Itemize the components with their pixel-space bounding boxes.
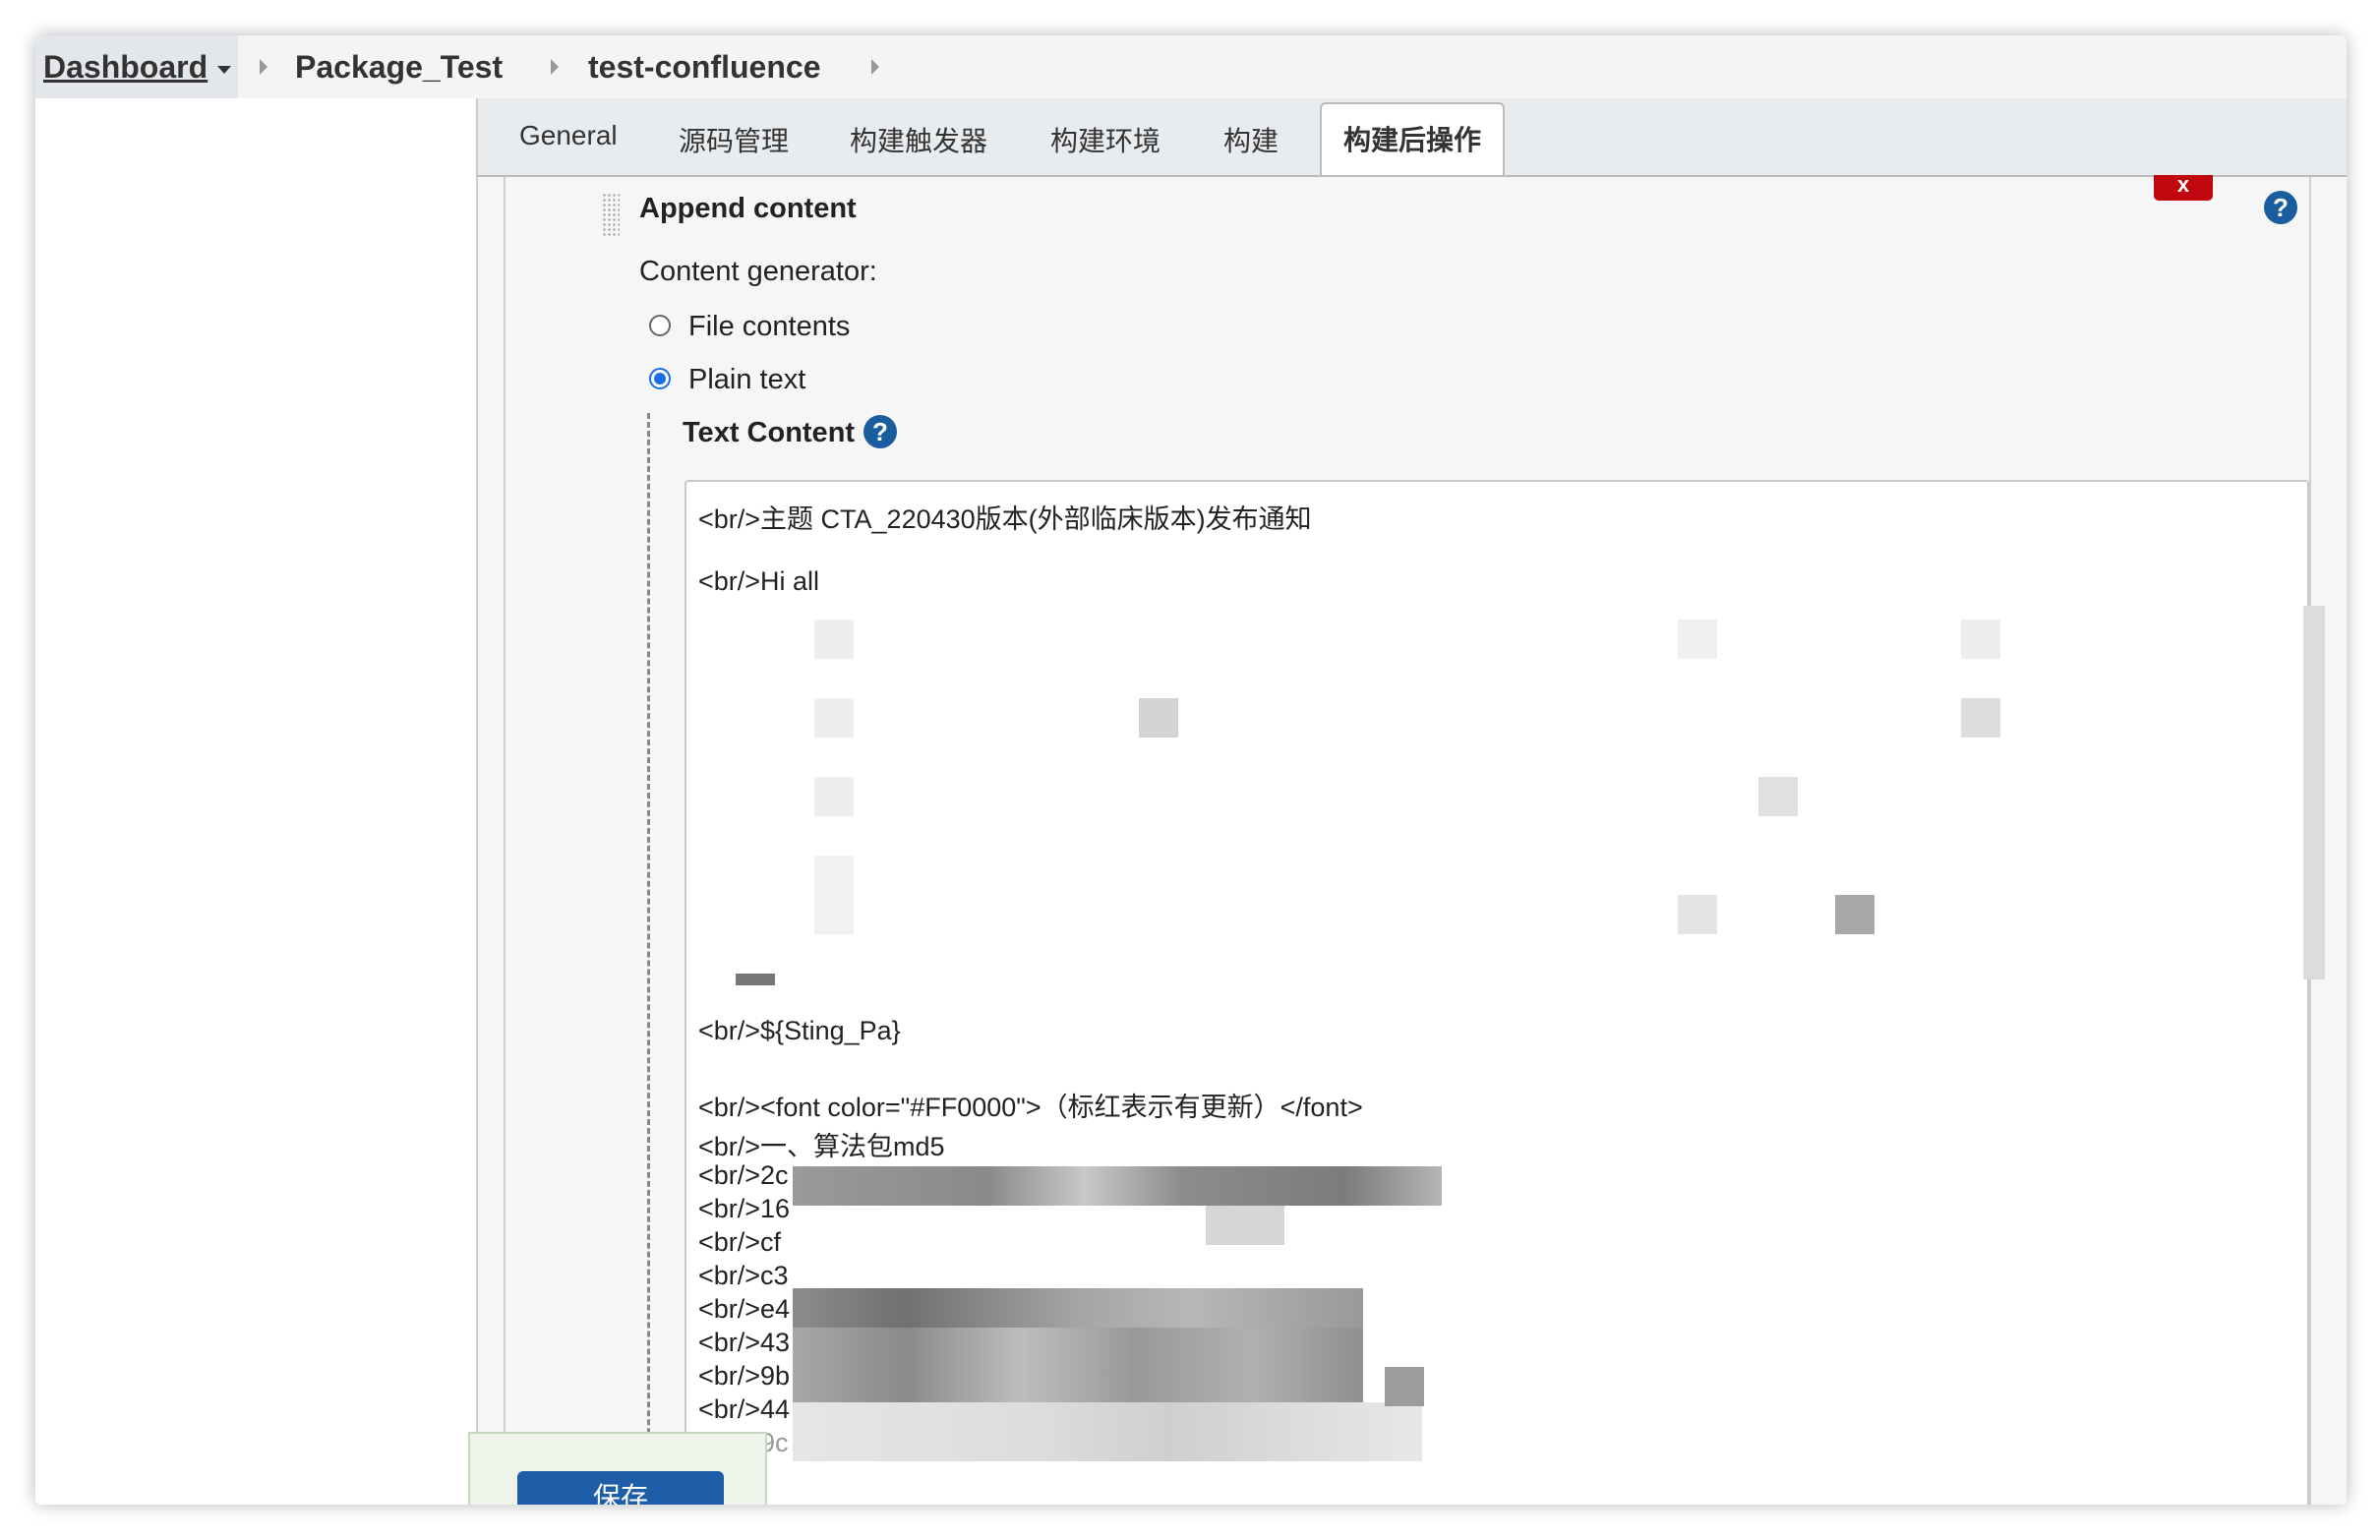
redaction-block xyxy=(814,620,854,659)
text-line: <br/>44 xyxy=(698,1394,791,1424)
redaction-block xyxy=(1385,1367,1424,1406)
text-line: <br/>9b xyxy=(698,1361,791,1391)
redaction-block xyxy=(1835,895,1874,934)
text-content-label: Text Content xyxy=(683,417,856,448)
save-button[interactable]: 保存 xyxy=(517,1471,724,1505)
breadcrumb: Dashboard Package_Test test-confluence xyxy=(35,35,2347,98)
tab-build-environment[interactable]: 构建环境 xyxy=(1050,120,1160,159)
text-line: <br/>Hi all xyxy=(698,566,820,596)
section-border xyxy=(504,177,506,1505)
redaction-block xyxy=(814,698,854,738)
redaction-block xyxy=(1206,1206,1284,1245)
tab-build[interactable]: 构建 xyxy=(1223,120,1279,159)
jenkins-window: Dashboard Package_Test test-confluence G… xyxy=(35,35,2347,1505)
tab-post-build-actions[interactable]: 构建后操作 xyxy=(1320,102,1506,175)
textarea-scrollbar[interactable] xyxy=(2303,606,2325,979)
redaction-block xyxy=(1139,698,1178,738)
text-line: <br/>cf xyxy=(698,1227,782,1257)
breadcrumb-package-test[interactable]: Package_Test xyxy=(295,35,503,98)
text-line: <br/>${Sting_Pa} xyxy=(698,1016,901,1045)
help-icon[interactable]: ? xyxy=(863,415,897,448)
text-line: <br/>16 xyxy=(698,1194,791,1223)
redaction-block xyxy=(1678,620,1717,659)
redaction-block xyxy=(793,1166,1442,1206)
redaction-block xyxy=(793,1288,1363,1328)
breadcrumb-test-confluence[interactable]: test-confluence xyxy=(588,35,820,98)
redaction-block xyxy=(793,1328,1363,1402)
redaction-block xyxy=(1678,895,1717,934)
breadcrumb-dashboard[interactable]: Dashboard xyxy=(35,35,238,98)
drag-handle-icon[interactable] xyxy=(602,193,620,238)
chevron-right-icon xyxy=(260,59,268,75)
redaction-block xyxy=(1961,698,2000,738)
chevron-down-icon[interactable] xyxy=(217,65,232,74)
file-contents-label[interactable]: File contents xyxy=(688,311,850,343)
tab-general[interactable]: General xyxy=(519,120,618,151)
delete-button[interactable]: x xyxy=(2154,174,2213,201)
redaction-block xyxy=(814,856,854,934)
section-title: Append content xyxy=(639,193,857,224)
help-icon[interactable]: ? xyxy=(2264,191,2297,224)
text-line: <br/>一、算法包md5 xyxy=(698,1132,945,1161)
redaction-block xyxy=(1961,620,2000,659)
text-line: <br/><font color="#FF0000">（标红表示有更新）</fo… xyxy=(698,1093,1363,1122)
radio-plain-text[interactable] xyxy=(649,368,671,389)
text-line: <br/>e4 xyxy=(698,1294,791,1324)
redaction-block xyxy=(1758,777,1798,816)
text-line: <br/>2c xyxy=(698,1160,789,1190)
redaction-block xyxy=(793,1402,1422,1461)
redaction-block xyxy=(814,777,854,816)
plain-text-label[interactable]: Plain text xyxy=(688,364,805,396)
text-line: <br/>c3 xyxy=(698,1261,789,1290)
nested-guide xyxy=(647,413,650,1505)
redaction-block xyxy=(736,974,775,985)
text-line: <br/>43 xyxy=(698,1328,791,1357)
chevron-right-icon[interactable] xyxy=(871,59,879,75)
tab-build-triggers[interactable]: 构建触发器 xyxy=(850,120,987,159)
text-line: <br/>主题 CTA_220430版本(外部临床版本)发布通知 xyxy=(698,504,1312,534)
radio-file-contents[interactable] xyxy=(649,315,671,336)
config-panel: General 源码管理 构建触发器 构建环境 构建 构建后操作 Append … xyxy=(476,98,2347,1505)
breadcrumb-dashboard-label[interactable]: Dashboard xyxy=(43,49,208,85)
content-generator-label: Content generator: xyxy=(639,256,877,287)
config-tabs: General 源码管理 构建触发器 构建环境 构建 构建后操作 xyxy=(478,98,2347,177)
text-content-textarea[interactable]: <br/>主题 CTA_220430版本(外部临床版本)发布通知 <br/>Hi… xyxy=(684,480,2309,1505)
tab-source-code[interactable]: 源码管理 xyxy=(679,120,789,159)
chevron-right-icon xyxy=(551,59,559,75)
